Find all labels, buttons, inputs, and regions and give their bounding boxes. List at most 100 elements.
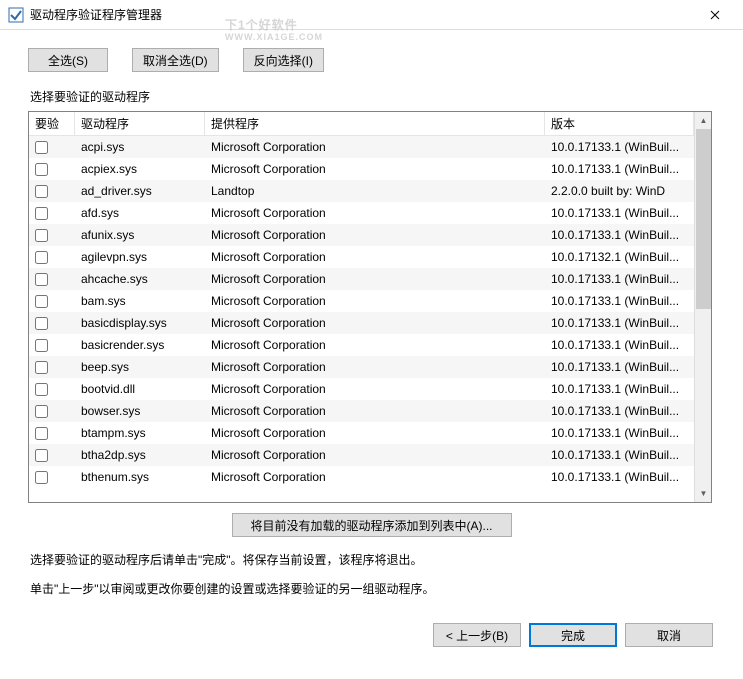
row-provider: Microsoft Corporation	[205, 294, 545, 308]
table-row[interactable]: agilevpn.sysMicrosoft Corporation10.0.17…	[29, 246, 694, 268]
row-checkbox[interactable]	[35, 185, 48, 198]
row-checkbox[interactable]	[35, 427, 48, 440]
row-checkbox[interactable]	[35, 207, 48, 220]
row-driver: beep.sys	[75, 360, 205, 374]
row-checkbox[interactable]	[35, 141, 48, 154]
column-driver[interactable]: 驱动程序	[75, 112, 205, 135]
row-checkbox-cell	[29, 185, 75, 198]
close-button[interactable]	[695, 1, 735, 29]
column-check[interactable]: 要验	[29, 112, 75, 135]
vertical-scrollbar[interactable]: ▲ ▼	[694, 112, 711, 502]
groupbox-label: 选择要验证的驱动程序	[30, 88, 715, 105]
row-checkbox[interactable]	[35, 471, 48, 484]
row-driver: basicdisplay.sys	[75, 316, 205, 330]
row-checkbox[interactable]	[35, 449, 48, 462]
row-provider: Microsoft Corporation	[205, 360, 545, 374]
row-checkbox[interactable]	[35, 361, 48, 374]
scroll-thumb[interactable]	[696, 129, 711, 309]
listview-header: 要验 驱动程序 提供程序 版本	[29, 112, 694, 136]
info-text-2: 单击"上一步"以审阅或更改你要创建的设置或选择要验证的另一组驱动程序。	[30, 580, 715, 599]
row-version: 10.0.17133.1 (WinBuil...	[545, 162, 694, 176]
row-checkbox-cell	[29, 273, 75, 286]
table-row[interactable]: acpi.sysMicrosoft Corporation10.0.17133.…	[29, 136, 694, 158]
row-provider: Microsoft Corporation	[205, 448, 545, 462]
row-provider: Landtop	[205, 184, 545, 198]
row-driver: bootvid.dll	[75, 382, 205, 396]
scroll-up-icon[interactable]: ▲	[695, 112, 712, 129]
selection-buttons: 全选(S) 取消全选(D) 反向选择(I)	[28, 48, 715, 72]
table-row[interactable]: btha2dp.sysMicrosoft Corporation10.0.171…	[29, 444, 694, 466]
row-checkbox[interactable]	[35, 273, 48, 286]
deselect-all-button[interactable]: 取消全选(D)	[132, 48, 219, 72]
row-checkbox[interactable]	[35, 339, 48, 352]
table-row[interactable]: afunix.sysMicrosoft Corporation10.0.1713…	[29, 224, 694, 246]
row-driver: bam.sys	[75, 294, 205, 308]
row-version: 10.0.17133.1 (WinBuil...	[545, 426, 694, 440]
row-version: 10.0.17133.1 (WinBuil...	[545, 360, 694, 374]
row-version: 10.0.17133.1 (WinBuil...	[545, 448, 694, 462]
row-driver: ahcache.sys	[75, 272, 205, 286]
row-driver: afd.sys	[75, 206, 205, 220]
table-row[interactable]: basicrender.sysMicrosoft Corporation10.0…	[29, 334, 694, 356]
listview-rows: acpi.sysMicrosoft Corporation10.0.17133.…	[29, 136, 694, 488]
row-checkbox-cell	[29, 207, 75, 220]
row-checkbox-cell	[29, 471, 75, 484]
row-driver: bowser.sys	[75, 404, 205, 418]
content-area: 全选(S) 取消全选(D) 反向选择(I) 选择要验证的驱动程序 要验 驱动程序…	[0, 30, 743, 661]
scroll-down-icon[interactable]: ▼	[695, 485, 712, 502]
row-checkbox[interactable]	[35, 383, 48, 396]
row-checkbox[interactable]	[35, 251, 48, 264]
table-row[interactable]: bowser.sysMicrosoft Corporation10.0.1713…	[29, 400, 694, 422]
finish-button[interactable]: 完成	[529, 623, 617, 647]
row-version: 10.0.17133.1 (WinBuil...	[545, 206, 694, 220]
row-checkbox[interactable]	[35, 295, 48, 308]
row-checkbox[interactable]	[35, 229, 48, 242]
row-version: 2.2.0.0 built by: WinD	[545, 184, 694, 198]
info-text-1: 选择要验证的驱动程序后请单击"完成"。将保存当前设置，该程序将退出。	[30, 551, 715, 570]
back-button[interactable]: < 上一步(B)	[433, 623, 521, 647]
row-version: 10.0.17133.1 (WinBuil...	[545, 338, 694, 352]
add-unloaded-drivers-button[interactable]: 将目前没有加载的驱动程序添加到列表中(A)...	[232, 513, 512, 537]
row-checkbox-cell	[29, 339, 75, 352]
table-row[interactable]: bthenum.sysMicrosoft Corporation10.0.171…	[29, 466, 694, 488]
row-version: 10.0.17133.1 (WinBuil...	[545, 470, 694, 484]
row-provider: Microsoft Corporation	[205, 272, 545, 286]
row-checkbox-cell	[29, 163, 75, 176]
table-row[interactable]: ad_driver.sysLandtop2.2.0.0 built by: Wi…	[29, 180, 694, 202]
table-row[interactable]: btampm.sysMicrosoft Corporation10.0.1713…	[29, 422, 694, 444]
row-checkbox[interactable]	[35, 405, 48, 418]
row-version: 10.0.17133.1 (WinBuil...	[545, 382, 694, 396]
column-provider[interactable]: 提供程序	[205, 112, 545, 135]
table-row[interactable]: ahcache.sysMicrosoft Corporation10.0.171…	[29, 268, 694, 290]
row-provider: Microsoft Corporation	[205, 338, 545, 352]
row-checkbox[interactable]	[35, 317, 48, 330]
row-checkbox[interactable]	[35, 163, 48, 176]
select-all-button[interactable]: 全选(S)	[28, 48, 108, 72]
cancel-button[interactable]: 取消	[625, 623, 713, 647]
invert-selection-button[interactable]: 反向选择(I)	[243, 48, 324, 72]
column-version[interactable]: 版本	[545, 112, 694, 135]
app-icon	[8, 7, 24, 23]
row-version: 10.0.17132.1 (WinBuil...	[545, 250, 694, 264]
row-checkbox-cell	[29, 317, 75, 330]
table-row[interactable]: bootvid.dllMicrosoft Corporation10.0.171…	[29, 378, 694, 400]
row-provider: Microsoft Corporation	[205, 162, 545, 176]
row-version: 10.0.17133.1 (WinBuil...	[545, 228, 694, 242]
row-checkbox-cell	[29, 141, 75, 154]
row-driver: acpi.sys	[75, 140, 205, 154]
window-title: 驱动程序验证程序管理器	[30, 6, 695, 23]
table-row[interactable]: beep.sysMicrosoft Corporation10.0.17133.…	[29, 356, 694, 378]
row-checkbox-cell	[29, 361, 75, 374]
row-provider: Microsoft Corporation	[205, 206, 545, 220]
row-checkbox-cell	[29, 251, 75, 264]
row-checkbox-cell	[29, 229, 75, 242]
row-provider: Microsoft Corporation	[205, 404, 545, 418]
table-row[interactable]: bam.sysMicrosoft Corporation10.0.17133.1…	[29, 290, 694, 312]
row-driver: agilevpn.sys	[75, 250, 205, 264]
table-row[interactable]: basicdisplay.sysMicrosoft Corporation10.…	[29, 312, 694, 334]
table-row[interactable]: acpiex.sysMicrosoft Corporation10.0.1713…	[29, 158, 694, 180]
table-row[interactable]: afd.sysMicrosoft Corporation10.0.17133.1…	[29, 202, 694, 224]
row-driver: basicrender.sys	[75, 338, 205, 352]
row-driver: btha2dp.sys	[75, 448, 205, 462]
driver-listview: 要验 驱动程序 提供程序 版本 acpi.sysMicrosoft Corpor…	[28, 111, 712, 503]
